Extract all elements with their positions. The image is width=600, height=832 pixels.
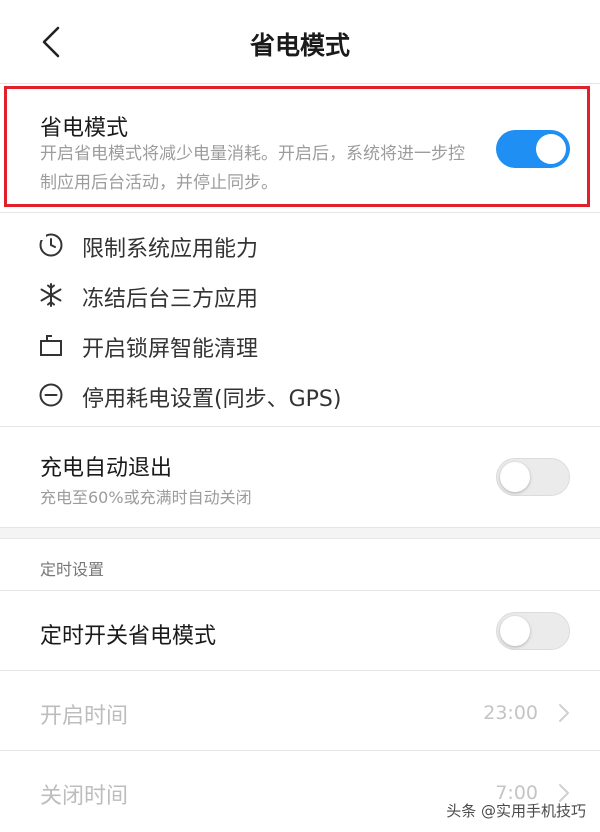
watermark: 头条 @实用手机技巧 bbox=[446, 802, 586, 820]
end-time-label: 关闭时间 bbox=[40, 784, 129, 809]
power-saving-description: 开启省电模式将减少电量消耗。开启后，系统将进一步控制应用后台活动，并停止同步。 bbox=[40, 144, 465, 193]
top-bar: 省电模式 bbox=[0, 0, 600, 84]
feature-item-disable-sync-gps: 停用耗电设置(同步、GPS) bbox=[0, 370, 600, 420]
divider bbox=[0, 590, 600, 591]
feature-label: 限制系统应用能力 bbox=[82, 237, 259, 262]
schedule-toggle-title: 定时开关省电模式 bbox=[40, 624, 217, 649]
briefcase-icon bbox=[38, 332, 64, 358]
schedule-toggle[interactable] bbox=[496, 612, 570, 650]
toggle-knob bbox=[536, 134, 566, 164]
feature-label: 冻结后台三方应用 bbox=[82, 287, 259, 312]
charge-exit-toggle[interactable] bbox=[496, 458, 570, 496]
feature-item-lockscreen-clean: 开启锁屏智能清理 bbox=[0, 320, 600, 370]
start-time-label: 开启时间 bbox=[40, 704, 129, 729]
divider bbox=[0, 750, 600, 751]
feature-item-limit-system-apps: 限制系统应用能力 bbox=[0, 220, 600, 270]
charge-exit-subtitle: 充电至60%或充满时自动关闭 bbox=[40, 488, 252, 507]
minus-circle-icon bbox=[38, 382, 64, 408]
start-time-value: 23:00 bbox=[483, 702, 538, 724]
power-saving-row[interactable]: 省电模式 开启省电模式将减少电量消耗。开启后，系统将进一步控制应用后台活动，并停… bbox=[0, 92, 600, 204]
charge-exit-title: 充电自动退出 bbox=[40, 456, 173, 481]
power-saving-title: 省电模式 bbox=[40, 116, 129, 141]
feature-label: 开启锁屏智能清理 bbox=[82, 337, 259, 362]
feature-item-freeze-background: 冻结后台三方应用 bbox=[0, 270, 600, 320]
toggle-knob bbox=[500, 616, 530, 646]
power-saving-toggle[interactable] bbox=[496, 130, 570, 168]
section-gap bbox=[0, 527, 600, 539]
section-label-schedule: 定时设置 bbox=[40, 560, 105, 579]
page-title: 省电模式 bbox=[249, 31, 350, 60]
divider bbox=[0, 212, 600, 213]
chevron-right-icon bbox=[559, 704, 569, 722]
start-time-row[interactable]: 开启时间 23:00 bbox=[0, 672, 600, 752]
snowflake-icon bbox=[38, 282, 64, 308]
divider bbox=[0, 426, 600, 427]
toggle-knob bbox=[500, 462, 530, 492]
divider bbox=[0, 670, 600, 671]
feature-label: 停用耗电设置(同步、GPS) bbox=[82, 387, 342, 412]
clock-icon bbox=[38, 232, 64, 258]
